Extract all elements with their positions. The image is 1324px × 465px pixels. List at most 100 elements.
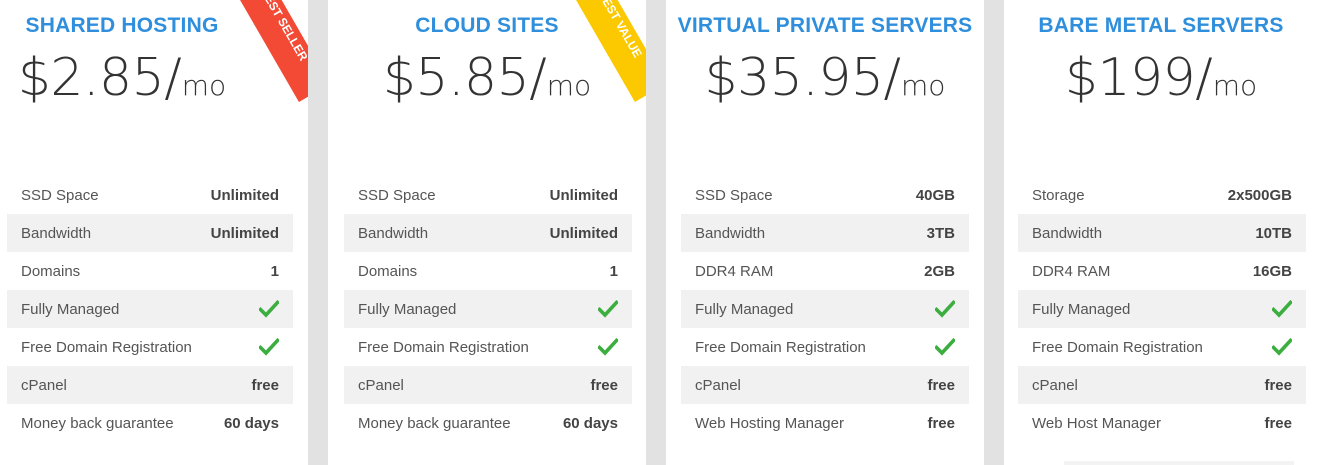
feature-label: Bandwidth: [695, 224, 766, 242]
feature-row: SSD Space 40GB: [681, 176, 969, 214]
plan-card-vps[interactable]: VIRTUAL PRIVATE SERVERS $35.95/mo SSD Sp…: [666, 0, 984, 465]
plan-title: SHARED HOSTING: [25, 14, 219, 37]
feature-row: cPanel free: [1018, 366, 1306, 404]
feature-value: 3TB: [926, 224, 955, 242]
check-icon: [259, 300, 279, 318]
check-icon: [598, 338, 618, 356]
feature-row: Web Host Manager free: [1018, 404, 1306, 442]
feature-label: Free Domain Registration: [358, 338, 529, 356]
feature-label: cPanel: [21, 376, 67, 394]
feature-row: DDR4 RAM 2GB: [681, 252, 969, 290]
check-icon: [1272, 300, 1292, 318]
feature-value: free: [1264, 376, 1292, 394]
feature-label: Fully Managed: [1032, 300, 1131, 318]
feature-row: Money back guarantee 60 days: [344, 404, 632, 442]
feature-value: 60 days: [223, 414, 279, 432]
feature-list: SSD Space 40GB Bandwidth 3TB DDR4 RAM 2GB Full…: [681, 176, 969, 442]
plan-card-cloud-sites[interactable]: BEST VALUE CLOUD SITES $5.85/mo SSD Spac…: [328, 0, 646, 465]
feature-value: free: [251, 376, 279, 394]
feature-value: Unlimited: [210, 224, 279, 242]
feature-label: cPanel: [1032, 376, 1078, 394]
plan-title: BARE METAL SERVERS: [1038, 14, 1284, 37]
feature-value: 2GB: [924, 262, 955, 280]
price-unit: mo: [1212, 69, 1258, 102]
feature-label: Money back guarantee: [21, 414, 174, 432]
feature-value: 2x500GB: [1227, 186, 1292, 204]
feature-label: Web Host Manager: [1032, 414, 1161, 432]
feature-value: 40GB: [915, 186, 955, 204]
price-amount: $199: [1064, 48, 1196, 108]
feature-value: 16GB: [1252, 262, 1292, 280]
feature-value: Unlimited: [210, 186, 279, 204]
feature-row: Bandwidth Unlimited: [344, 214, 632, 252]
feature-list: SSD Space Unlimited Bandwidth Unlimited Doma…: [344, 176, 632, 442]
check-icon: [935, 338, 955, 356]
plan-price: $199/mo: [1004, 52, 1318, 104]
price-amount: $35.95: [704, 48, 884, 108]
price-amount: $5.85: [382, 48, 530, 108]
plan-card-bare-metal[interactable]: BARE METAL SERVERS $199/mo Storage 2x500G…: [1004, 0, 1324, 465]
feature-label: Domains: [358, 262, 418, 280]
feature-row: Free Domain Registration: [344, 328, 632, 366]
feature-row: Free Domain Registration: [1018, 328, 1306, 366]
pricing-plans: BEST SELLER SHARED HOSTING $2.85/mo SSD …: [0, 0, 1324, 465]
feature-value: 10TB: [1255, 224, 1292, 242]
feature-row: DDR4 RAM 16GB: [1018, 252, 1306, 290]
feature-value: 1: [609, 262, 618, 280]
feature-row: Storage 2x500GB: [1018, 176, 1306, 214]
feature-row: Money back guarantee 60 days: [7, 404, 293, 442]
feature-label: Bandwidth: [21, 224, 92, 242]
feature-value: 1: [270, 262, 279, 280]
feature-label: cPanel: [358, 376, 404, 394]
feature-row: Fully Managed: [681, 290, 969, 328]
feature-label: Free Domain Registration: [21, 338, 192, 356]
price-amount: $2.85: [17, 48, 165, 108]
feature-value: free: [1264, 414, 1292, 432]
feature-label: cPanel: [695, 376, 741, 394]
check-icon: [1272, 338, 1292, 356]
price-unit: mo: [901, 69, 946, 102]
feature-label: SSD Space: [695, 186, 773, 204]
price-unit: mo: [546, 69, 592, 102]
feature-row: Free Domain Registration: [7, 328, 293, 366]
feature-row: Fully Managed: [1018, 290, 1306, 328]
feature-row: Bandwidth 10TB: [1018, 214, 1306, 252]
feature-label: Free Domain Registration: [1032, 338, 1203, 356]
feature-label: Fully Managed: [21, 300, 120, 318]
plan-title: VIRTUAL PRIVATE SERVERS: [677, 14, 973, 37]
plan-price: $35.95/mo: [666, 52, 984, 104]
feature-value: Unlimited: [549, 224, 618, 242]
feature-row: Bandwidth Unlimited: [7, 214, 293, 252]
feature-row: Domains 1: [344, 252, 632, 290]
feature-label: Fully Managed: [695, 300, 794, 318]
feature-label: SSD Space: [358, 186, 436, 204]
plan-title: CLOUD SITES: [415, 14, 559, 37]
price-unit: mo: [181, 69, 227, 102]
feature-row: SSD Space Unlimited: [344, 176, 632, 214]
feature-list: Storage 2x500GB Bandwidth 10TB DDR4 RAM 16GB F…: [1018, 176, 1306, 442]
card-footer-edge: [1064, 461, 1294, 465]
feature-row: cPanel free: [7, 366, 293, 404]
feature-row: Fully Managed: [344, 290, 632, 328]
feature-label: DDR4 RAM: [1032, 262, 1111, 280]
feature-list: SSD Space Unlimited Bandwidth Unlimited Doma…: [7, 176, 293, 442]
feature-label: SSD Space: [21, 186, 99, 204]
feature-label: Money back guarantee: [358, 414, 511, 432]
feature-row: Domains 1: [7, 252, 293, 290]
check-icon: [935, 300, 955, 318]
feature-row: cPanel free: [681, 366, 969, 404]
feature-label: DDR4 RAM: [695, 262, 774, 280]
price-slash: /: [164, 48, 182, 108]
feature-value: free: [927, 414, 955, 432]
feature-label: Bandwidth: [1032, 224, 1103, 242]
plan-card-shared-hosting[interactable]: BEST SELLER SHARED HOSTING $2.85/mo SSD …: [0, 0, 308, 465]
feature-label: Bandwidth: [358, 224, 429, 242]
feature-row: SSD Space Unlimited: [7, 176, 293, 214]
feature-label: Fully Managed: [358, 300, 457, 318]
feature-row: Bandwidth 3TB: [681, 214, 969, 252]
price-slash: /: [883, 48, 902, 108]
feature-row: Web Hosting Manager free: [681, 404, 969, 442]
feature-value: free: [590, 376, 618, 394]
check-icon: [259, 338, 279, 356]
feature-row: Fully Managed: [7, 290, 293, 328]
